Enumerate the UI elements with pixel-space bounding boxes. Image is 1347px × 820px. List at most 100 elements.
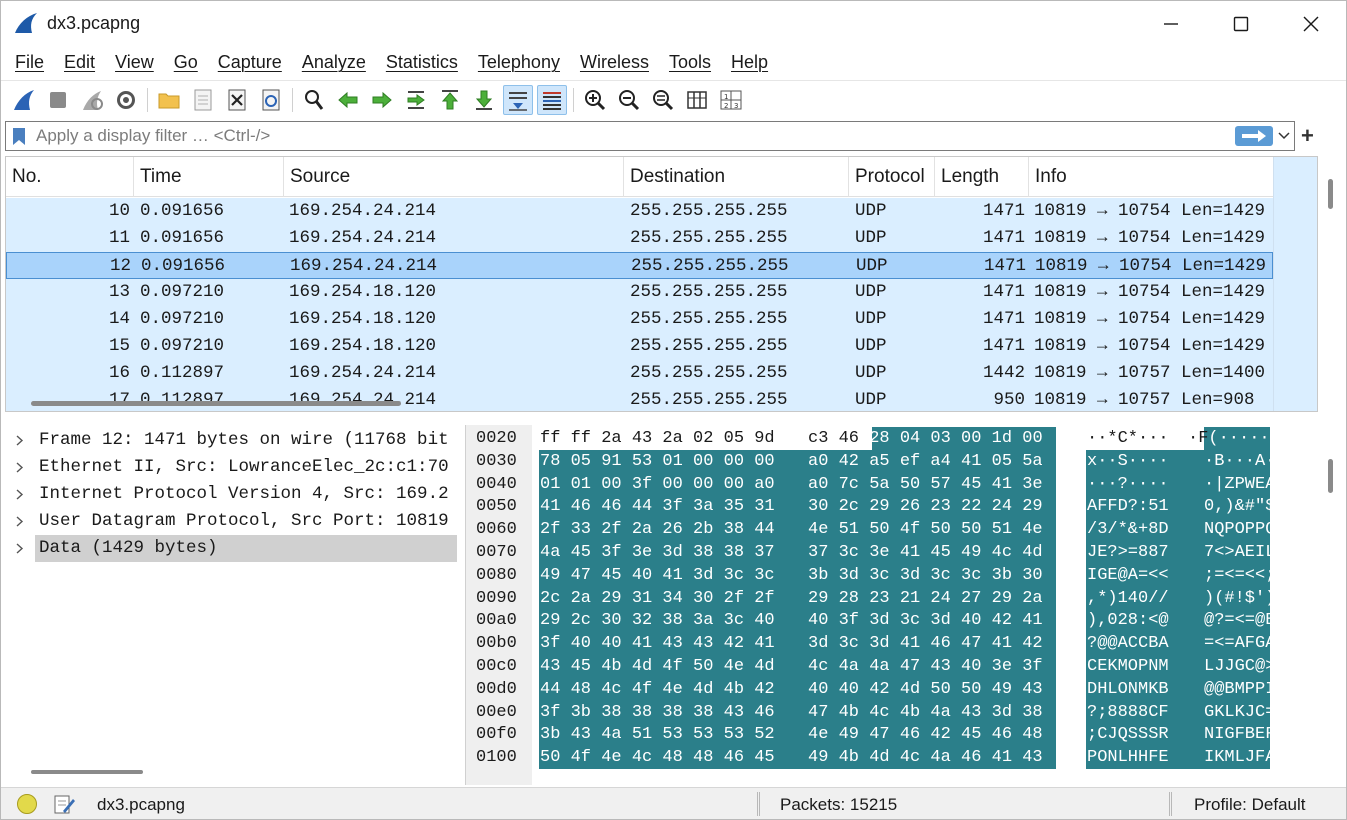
packet-list: No. Time Source Destination Protocol Len…	[5, 156, 1318, 412]
colorize-button[interactable]	[537, 84, 567, 115]
packet-row[interactable]: 16 0.112897 169.254.24.214 255.255.255.255 U…	[6, 360, 1273, 387]
packet-list-horizontal-scrollbar[interactable]	[31, 401, 401, 406]
bytes-row[interactable]: 00b0 3f 40 40 41 43 43 42 41 3d 3c 3d 41 4…	[466, 632, 1318, 655]
expert-info-indicator[interactable]	[17, 794, 37, 814]
packet-cell-len: 1471	[982, 282, 1025, 302]
zoom-reset-button[interactable]	[648, 85, 678, 115]
bytes-row[interactable]: 0100 50 4f 4e 4c 48 48 46 45 49 4b 4d 4c 4…	[466, 746, 1318, 769]
menu-statistics[interactable]: Statistics	[376, 52, 468, 73]
status-profile[interactable]: Profile: Default	[1194, 795, 1306, 815]
bytes-row[interactable]: 00e0 3f 3b 38 38 38 38 43 46 47 4b 4c 4b 4…	[466, 701, 1318, 724]
close-button[interactable]	[1276, 1, 1346, 46]
bytes-off: 0090	[476, 588, 517, 608]
detail-tree-item[interactable]: Frame 12: 1471 bytes on wire (11768 bit	[5, 427, 457, 454]
minimize-button[interactable]	[1136, 1, 1206, 46]
detail-tree-item[interactable]: User Datagram Protocol, Src Port: 10819	[5, 508, 457, 535]
bytes-vertical-scrollbar[interactable]	[1328, 459, 1333, 493]
packet-cell-src: 169.254.18.120	[289, 336, 437, 356]
layout-button[interactable]: 123	[716, 85, 746, 115]
capture-comment-icon[interactable]	[53, 793, 75, 815]
menu-telephony[interactable]: Telephony	[468, 52, 570, 73]
last-packet-button[interactable]	[469, 85, 499, 115]
detail-tree-item[interactable]: Ethernet II, Src: LowranceElec_2c:c1:70	[5, 454, 457, 481]
bytes-row[interactable]: 0060 2f 33 2f 2a 26 2b 38 44 4e 51 50 4f 5…	[466, 518, 1318, 541]
save-file-button[interactable]	[188, 85, 218, 115]
go-to-packet-button[interactable]	[401, 85, 431, 115]
packet-row[interactable]: 14 0.097210 169.254.18.120 255.255.255.255 U…	[6, 306, 1273, 333]
packet-cell-src: 169.254.24.214	[289, 390, 437, 410]
stop-capture-button[interactable]	[43, 85, 73, 115]
bytes-off: 0070	[476, 543, 517, 562]
first-packet-button[interactable]	[435, 85, 465, 115]
bytes-row[interactable]: 0040 01 01 00 3f 00 00 00 a0 a0 7c 5a 50 5…	[466, 473, 1318, 496]
packet-row[interactable]: 10 0.091656 169.254.24.214 255.255.255.255 U…	[6, 198, 1273, 225]
column-header-info[interactable]: Info	[1029, 157, 1273, 197]
maximize-button[interactable]	[1206, 1, 1276, 46]
packet-row[interactable]: 13 0.097210 169.254.18.120 255.255.255.255 U…	[6, 279, 1273, 306]
bytes-row[interactable]: 00d0 44 48 4c 4f 4e 4d 4b 42 40 40 42 4d 5…	[466, 678, 1318, 701]
autoscroll-button[interactable]	[503, 84, 533, 115]
bookmark-icon[interactable]	[12, 127, 26, 146]
gear-icon	[117, 90, 135, 109]
details-horizontal-scrollbar[interactable]	[31, 770, 143, 774]
packet-row[interactable]: 12 0.091656 169.254.24.214 255.255.255.255 U…	[6, 252, 1273, 279]
add-filter-button[interactable]: +	[1301, 123, 1314, 149]
column-header-protocol[interactable]: Protocol	[849, 157, 935, 197]
open-file-button[interactable]	[154, 85, 184, 115]
go-back-button[interactable]	[333, 85, 363, 115]
go-forward-button[interactable]	[367, 85, 397, 115]
chevron-right-icon[interactable]	[13, 427, 27, 454]
packet-row[interactable]: 15 0.097210 169.254.18.120 255.255.255.255 U…	[6, 333, 1273, 360]
chevron-right-icon[interactable]	[13, 508, 27, 535]
bytes-off: 0060	[476, 520, 517, 540]
bytes-row[interactable]: 0080 49 47 45 40 41 3d 3c 3c 3b 3d 3c 3d 3…	[466, 564, 1318, 587]
resize-columns-button[interactable]	[682, 85, 712, 115]
zoom-out-button[interactable]	[614, 85, 644, 115]
column-header-destination[interactable]: Destination	[624, 157, 849, 197]
menu-help[interactable]: Help	[721, 52, 778, 73]
bytes-row[interactable]: 00f0 3b 43 4a 51 53 53 53 52 4e 49 47 46 4…	[466, 723, 1318, 746]
column-header-length[interactable]: Length	[935, 157, 1029, 197]
chevron-right-icon[interactable]	[13, 454, 27, 481]
packet-row[interactable]: 11 0.091656 169.254.24.214 255.255.255.255 U…	[6, 225, 1273, 252]
start-capture-button[interactable]	[9, 85, 39, 115]
reload-file-button[interactable]	[256, 85, 286, 115]
find-packet-button[interactable]	[299, 85, 329, 115]
chevron-down-icon[interactable]	[1278, 132, 1290, 140]
shark-fin-icon	[14, 89, 34, 110]
menu-file[interactable]: File	[5, 52, 54, 73]
bytes-row[interactable]: 0020 ff ff 2a 43 2a 02 05 9d c3 46 28 04 0…	[466, 427, 1318, 450]
packet-cell-src: 169.254.24.214	[290, 256, 438, 276]
menu-go[interactable]: Go	[164, 52, 208, 73]
column-header-source[interactable]: Source	[284, 157, 624, 197]
menu-edit[interactable]: Edit	[54, 52, 105, 73]
bytes-row[interactable]: 0090 2c 2a 29 31 34 30 2f 2f 29 28 23 21 2…	[466, 587, 1318, 610]
packet-row[interactable]: 17 0.112897 169.254.24.214 255.255.255.255 U…	[6, 387, 1273, 411]
bytes-row[interactable]: 00c0 43 45 4b 4d 4f 50 4e 4d 4c 4a 4a 47 4…	[466, 655, 1318, 678]
menu-capture[interactable]: Capture	[208, 52, 292, 73]
column-header-time[interactable]: Time	[134, 157, 284, 197]
packet-list-vertical-scrollbar[interactable]	[1328, 179, 1333, 209]
bytes-row[interactable]: 0070 4a 45 3f 3e 3d 38 38 37 37 3c 3e 41 4…	[466, 541, 1318, 564]
menu-wireless[interactable]: Wireless	[570, 52, 659, 73]
bytes-row[interactable]: 0030 78 05 91 53 01 00 00 00 a0 42 a5 ef a…	[466, 450, 1318, 473]
menu-tools[interactable]: Tools	[659, 52, 721, 73]
column-header-no[interactable]: No.	[6, 157, 134, 197]
menu-view[interactable]: View	[105, 52, 164, 73]
zoom-in-button[interactable]	[580, 85, 610, 115]
restart-capture-button[interactable]	[77, 85, 107, 115]
display-filter-input[interactable]	[36, 124, 1226, 148]
bytes-row[interactable]: 0050 41 46 46 44 3f 3a 35 31 30 2c 29 26 2…	[466, 495, 1318, 518]
bytes-off: 00a0	[476, 611, 517, 631]
menu-analyze[interactable]: Analyze	[292, 52, 376, 73]
apply-filter-button[interactable]	[1235, 126, 1273, 146]
detail-tree-item[interactable]: Data (1429 bytes)	[5, 535, 457, 562]
chevron-right-icon[interactable]	[13, 481, 27, 508]
bytes-asc1: JE?>=887	[1087, 543, 1169, 562]
bytes-row[interactable]: 00a0 29 2c 30 32 38 3a 3c 40 40 3f 3d 3c 3…	[466, 609, 1318, 632]
close-file-button[interactable]	[222, 85, 252, 115]
bytes-asc1: ?@@ACCBA	[1087, 634, 1169, 654]
chevron-right-icon[interactable]	[13, 535, 27, 562]
capture-options-button[interactable]	[111, 85, 141, 115]
detail-tree-item[interactable]: Internet Protocol Version 4, Src: 169.2	[5, 481, 457, 508]
